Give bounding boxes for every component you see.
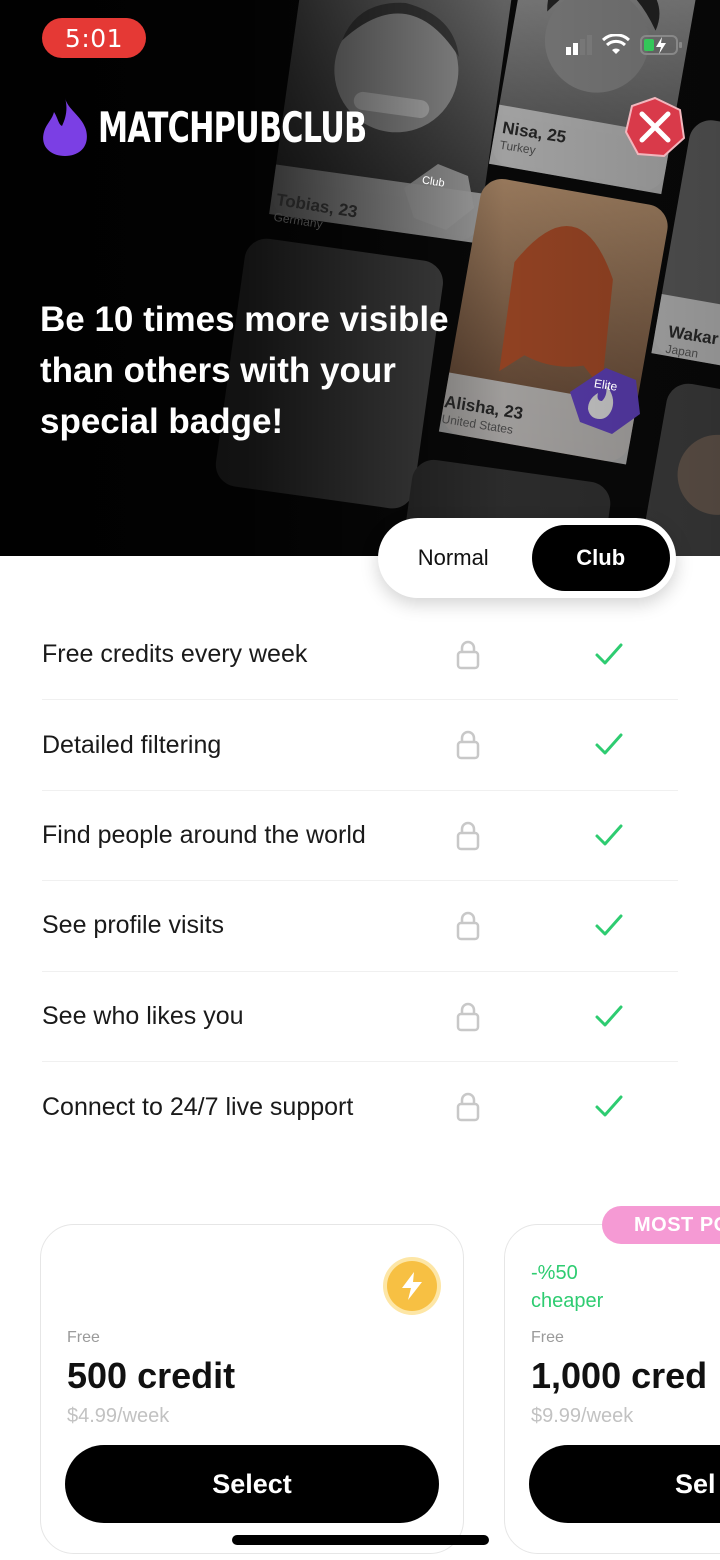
check-icon [595, 824, 623, 846]
wifi-icon [602, 34, 630, 54]
hero-banner: Tobias, 23 Germany Nisa, 25 Turkey Alish… [0, 0, 720, 556]
feature-label: Free credits every week [42, 640, 308, 669]
feature-row: Free credits every week [42, 610, 678, 701]
lock-icon [456, 911, 480, 941]
home-indicator[interactable] [232, 1535, 489, 1545]
feature-row: Connect to 24/7 live support [42, 1062, 678, 1152]
discount-text: cheaper [531, 1290, 604, 1312]
battery-charging-icon [640, 35, 682, 55]
lightning-icon [387, 1261, 437, 1311]
flame-icon [43, 98, 87, 156]
discount-label: -%50 cheaper [531, 1259, 603, 1315]
brand-name: MATCHPUBCLUB [98, 102, 367, 152]
lock-icon [456, 1092, 480, 1122]
plan-tag: Free [67, 1329, 100, 1346]
feature-label: See who likes you [42, 1001, 244, 1030]
feature-row: See who likes you [42, 972, 678, 1062]
select-button[interactable]: Select [65, 1445, 439, 1523]
lock-icon [456, 731, 480, 760]
hero-shade [0, 0, 720, 556]
plan-price: $4.99/week [67, 1405, 170, 1427]
discount-percent: -%50 [531, 1262, 578, 1284]
feature-label: See profile visits [42, 911, 225, 940]
close-icon [624, 96, 686, 158]
check-icon [595, 914, 623, 936]
check-icon [595, 1095, 623, 1117]
feature-list: Free credits every week Detailed filteri… [42, 610, 678, 1152]
status-time: 5:01 [42, 18, 146, 58]
brand-logo: MATCHPUBCLUB [38, 94, 471, 160]
most-popular-badge: MOST PO [602, 1206, 720, 1244]
feature-label: Find people around the world [42, 820, 366, 849]
close-button[interactable] [624, 96, 686, 158]
feature-row: See profile visits [42, 881, 678, 972]
plan-title: 500 credit [67, 1355, 236, 1396]
check-icon [595, 643, 623, 665]
select-button[interactable]: Sel [529, 1445, 720, 1523]
plan-tag: Free [531, 1329, 564, 1346]
feature-label: Detailed filtering [42, 730, 222, 759]
check-icon [595, 733, 623, 755]
plan-price: $9.99/week [531, 1405, 634, 1427]
plan-card[interactable]: -%50 cheaper Free 1,000 cred $9.99/week … [504, 1224, 720, 1554]
headline: Be 10 times more visible than others wit… [40, 300, 449, 441]
feature-label: Connect to 24/7 live support [42, 1092, 354, 1121]
lock-icon [456, 640, 480, 670]
plan-card[interactable]: Free 500 credit $4.99/week Select [40, 1224, 464, 1554]
plan-title: 1,000 cred [531, 1355, 708, 1396]
lock-icon [456, 821, 480, 851]
feature-row: Detailed filtering [42, 700, 678, 791]
check-icon [595, 1005, 623, 1027]
toggle-club[interactable]: Club [531, 525, 670, 591]
plan-type-toggle: Normal Club [378, 518, 676, 598]
lock-icon [456, 1002, 480, 1031]
status-icons [566, 30, 684, 60]
feature-row: Find people around the world [42, 791, 678, 882]
signal-icon [566, 35, 592, 55]
toggle-normal[interactable]: Normal [384, 525, 523, 591]
